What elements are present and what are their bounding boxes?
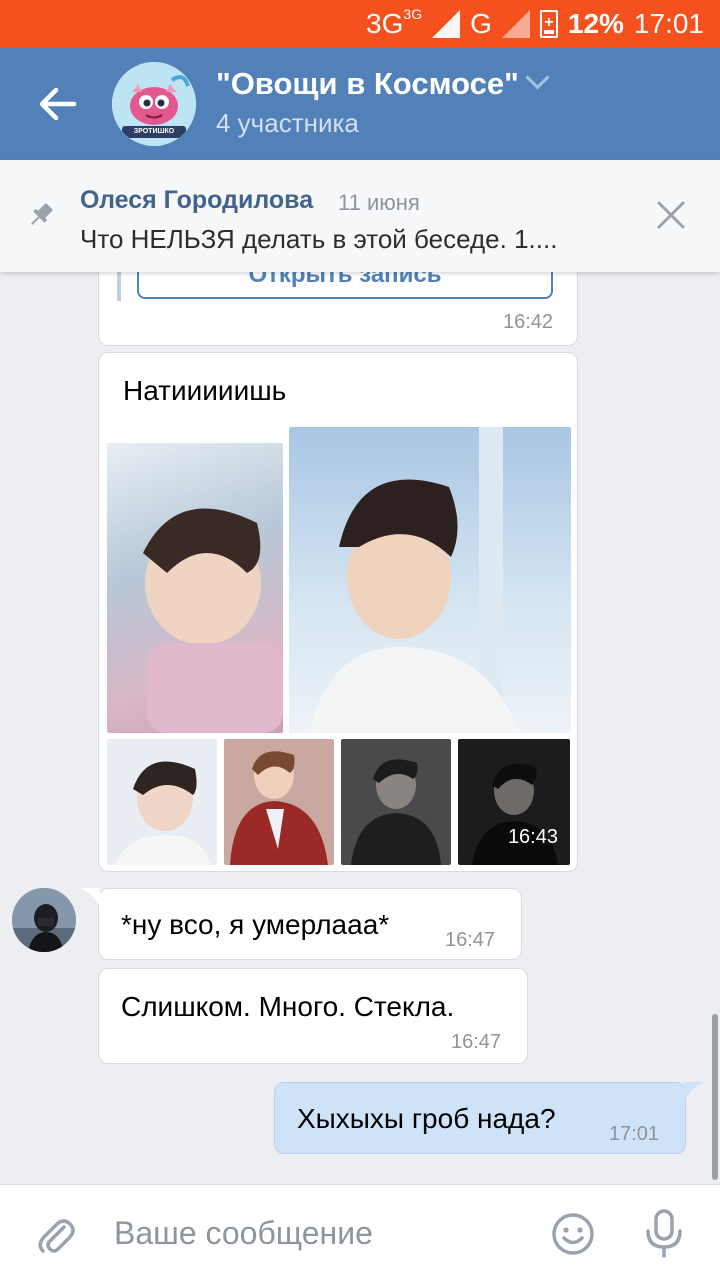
message-text: *ну всо, я умерлааа* [121, 909, 390, 940]
message-text: Натииииишь [123, 375, 287, 406]
battery-icon: + [539, 10, 558, 38]
photo-attachment[interactable] [289, 427, 571, 733]
message-time: 17:01 [609, 1123, 660, 1145]
message-composer: Ваше сообщение [0, 1184, 720, 1281]
pinned-text: Что НЕЛЬЗЯ делать в этой беседе. 1.... [80, 224, 558, 254]
message-time: 16:43 [507, 826, 558, 848]
message-text: Хыхыхы гроб нада? [297, 1103, 556, 1134]
emoji-icon[interactable] [550, 1211, 596, 1257]
member-count[interactable]: 4 участника [216, 108, 359, 139]
pinned-author: Олеся Городилова [80, 186, 314, 214]
status-bar: 3G 3G G + 12% 17:01 [0, 0, 720, 48]
message-time: 16:47 [445, 929, 496, 951]
message-time: 16:47 [451, 1031, 502, 1053]
photo-attachment[interactable] [107, 739, 217, 865]
signal-icon-2 [501, 10, 530, 38]
message-bubble[interactable]: Слишком. Много. Стекла. 16:47 [98, 968, 528, 1064]
photo-attachment[interactable] [224, 739, 334, 865]
clock: 17:01 [633, 8, 704, 39]
outgoing-message-bubble[interactable]: Хыхыхы гроб нада? 17:01 [274, 1082, 686, 1154]
message-bubble[interactable]: Натииииишь 16:43 [98, 352, 578, 872]
pin-icon [26, 200, 56, 230]
message-time: 16:42 [503, 311, 554, 333]
network-type-g: G [470, 8, 492, 39]
signal-icon [432, 10, 461, 38]
microphone-icon[interactable] [642, 1209, 686, 1259]
chevron-down-icon [525, 65, 550, 90]
bubble-tail [684, 1082, 704, 1102]
message-bubble[interactable]: *ну всо, я умерлааа* 16:47 [98, 888, 522, 960]
attach-icon[interactable] [34, 1213, 78, 1257]
photo-attachment[interactable] [107, 443, 283, 733]
photo-attachment[interactable]: 16:43 [458, 739, 570, 865]
bubble-tail [80, 888, 100, 908]
chat-title[interactable]: "Овощи в Космосе" [216, 65, 550, 102]
battery-percent: 12% [567, 8, 624, 39]
pinned-date: 11 июня [338, 190, 420, 215]
message-input[interactable]: Ваше сообщение [114, 1215, 373, 1252]
sender-avatar[interactable] [12, 888, 76, 952]
quote-bar [117, 271, 121, 301]
message-text: Слишком. Много. Стекла. [121, 991, 455, 1022]
close-icon[interactable] [656, 200, 686, 230]
scrollbar[interactable] [712, 1014, 718, 1180]
back-arrow-icon[interactable] [32, 78, 84, 130]
avatar-caption: ЗРОТИШКО [133, 128, 175, 135]
chat-avatar[interactable]: ЗРОТИШКО [112, 62, 196, 146]
network-type-3g: 3G 3G [366, 6, 423, 39]
chat-header: ЗРОТИШКО "Овощи в Космосе" 4 участника [0, 48, 720, 160]
pinned-message[interactable]: Олеся Городилова 11 июня Что НЕЛЬЗЯ дела… [0, 160, 720, 272]
photo-attachment[interactable] [341, 739, 451, 865]
